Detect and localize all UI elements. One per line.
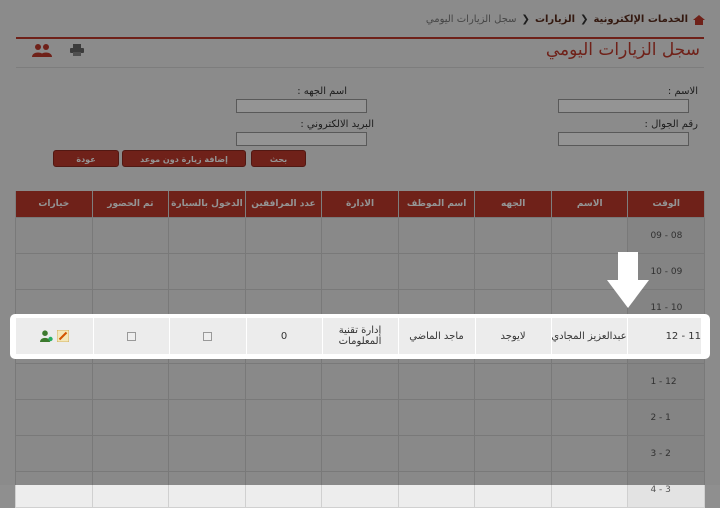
column-header: الاسم [550,191,629,218]
column-header: الدخول بالسيارة [168,191,246,218]
column-header: اسم الموظف [397,191,476,218]
breadcrumb-visits[interactable]: الزيارات [535,14,575,25]
row-options [16,318,94,354]
row-time: 11 - 12 [627,318,702,354]
page: الخدمات الإلكترونية ❮ الزيارات ❮ سجل الز… [0,0,720,508]
attended-checkbox[interactable] [126,331,136,341]
users-icon[interactable] [32,43,52,57]
column-header: عدد المرافقين [244,191,323,218]
name-label: الاسم : [667,86,698,97]
time-cell: 12 - 1 [627,363,705,400]
back-button[interactable]: عودة [53,150,119,167]
edit-icon[interactable] [57,330,69,342]
mobile-label: رقم الجوال : [644,119,698,130]
table-row: 1 - 2 [15,399,705,436]
header-divider [16,37,704,39]
time-cell: 2 - 3 [627,435,705,472]
email-input[interactable] [236,132,367,146]
time-cell: 3 - 4 [627,471,705,508]
column-header: الوقت [627,191,705,218]
breadcrumb: الخدمات الإلكترونية ❮ الزيارات ❮ سجل الز… [425,14,705,25]
table-row: 09 - 10 [15,253,705,290]
mobile-input[interactable] [558,132,689,146]
page-title: سجل الزيارات اليومي [545,40,700,60]
row-employee: ماجد الماضي [398,318,476,354]
name-input[interactable] [558,99,689,113]
chevron-left-icon: ❮ [521,14,530,25]
row-department: إدارة تقنية المعلومات [322,318,399,354]
column-header: تم الحضور [91,191,170,218]
table-row: 2 - 3 [15,435,705,472]
home-icon[interactable] [693,14,705,25]
add-visit-button[interactable]: إضافة زيارة دون موعد [122,150,246,167]
column-header: الجهه [474,191,552,218]
breadcrumb-current: سجل الزيارات اليومي [425,14,517,25]
column-header: خيارات [15,191,93,218]
highlighted-visit-row[interactable]: 11 - 12 عبدالعزيز المجادي لايوجد ماجد ال… [10,314,710,359]
breadcrumb-eservices[interactable]: الخدمات الإلكترونية [593,14,688,25]
column-header: الادارة [321,191,399,218]
user-icon[interactable] [40,330,53,342]
print-icon[interactable] [70,44,84,56]
row-car-entry [169,318,247,354]
row-attended [93,318,170,354]
row-visitor-name: عبدالعزيز المجادي [551,318,628,354]
entity-label: اسم الجهه : [297,86,347,97]
time-cell: 1 - 2 [627,399,705,436]
search-button[interactable]: بحث [251,150,306,167]
table-row: 08 - 09 [15,217,705,254]
title-divider [16,67,704,68]
time-cell: 08 - 09 [627,217,705,254]
table-row: 12 - 1 [15,363,705,400]
entity-input[interactable] [236,99,367,113]
chevron-left-icon: ❮ [580,14,589,25]
row-companions: 0 [246,318,323,354]
table-header-row: الوقت الاسم الجهه اسم الموظف الادارة عدد… [15,191,705,218]
arrow-down-icon [607,252,649,308]
row-entity: لايوجد [475,318,552,354]
car-entry-checkbox[interactable] [203,331,212,341]
email-label: البريد الالكتروني : [300,119,374,130]
table-row: 3 - 4 [15,471,705,508]
